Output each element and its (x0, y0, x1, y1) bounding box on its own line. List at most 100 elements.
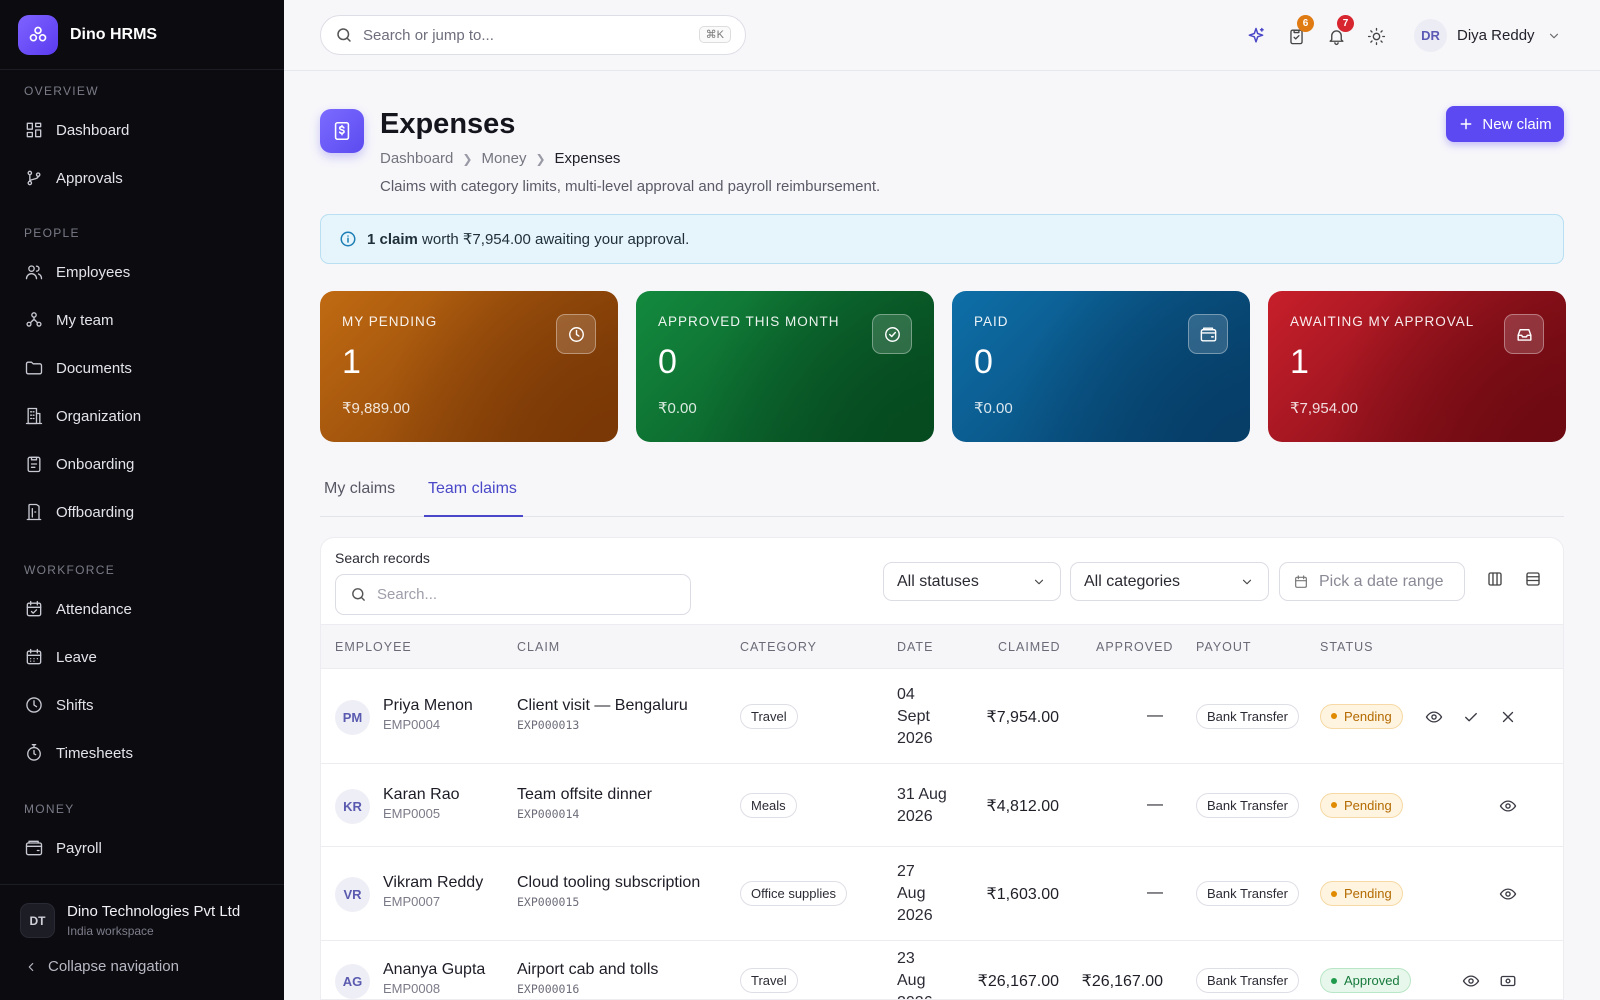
tab-my-claims[interactable]: My claims (324, 480, 395, 498)
mark-paid-icon[interactable] (1499, 972, 1517, 990)
claim-title[interactable]: Airport cab and tolls (517, 961, 658, 979)
sidebar-item-my-team[interactable]: My team (0, 296, 284, 344)
view-icon[interactable] (1425, 708, 1443, 726)
collapse-navigation-button[interactable]: Collapse navigation (0, 938, 284, 975)
stat-card-awaiting-my-approval[interactable]: AWAITING MY APPROVAL 1 ₹7,954.00 (1268, 291, 1566, 442)
claims-tabs: My claims Team claims (320, 470, 1564, 517)
notifications-button[interactable]: 7 (1316, 15, 1356, 51)
brand[interactable]: Dino HRMS (0, 0, 284, 70)
tasks-badge: 6 (1297, 15, 1314, 32)
approval-alert: 1 claim worth ₹7,954.00 awaiting your ap… (320, 214, 1564, 264)
org-switcher[interactable]: DT Dino Technologies Pvt Ltd India works… (0, 885, 284, 938)
breadcrumb-money[interactable]: Money (481, 150, 526, 167)
view-icon[interactable] (1499, 885, 1517, 903)
user-menu[interactable]: DR Diya Reddy (1414, 19, 1561, 52)
status-badge: Pending (1320, 703, 1403, 729)
folder-icon (25, 361, 43, 375)
sidebar-item-organization[interactable]: Organization (0, 392, 284, 440)
nav-section-title: WORKFORCE (24, 563, 116, 577)
sparkle-icon (1248, 27, 1264, 43)
sidebar-item-leave[interactable]: Leave (0, 633, 284, 681)
theme-toggle-button[interactable] (1356, 21, 1396, 51)
sidebar-item-documents[interactable]: Documents (0, 344, 284, 392)
date-line: Aug (897, 885, 926, 902)
approve-icon[interactable] (1462, 708, 1480, 726)
sidebar-item-employees[interactable]: Employees (0, 248, 284, 296)
calendar-check-icon (26, 600, 42, 617)
employee-name: Ananya Gupta (383, 961, 486, 978)
date-line: 2026 (897, 807, 933, 825)
date-line: 23 (897, 950, 915, 967)
chevron-down-icon (1034, 579, 1044, 585)
date-range-placeholder: Pick a date range (1319, 572, 1444, 590)
column-status[interactable]: STATUS (1320, 640, 1373, 654)
sidebar-item-onboarding[interactable]: Onboarding (0, 440, 284, 488)
status-badge: Pending (1320, 881, 1403, 906)
column-claimed[interactable]: CLAIMED (998, 640, 1061, 654)
claim-title[interactable]: Cloud tooling subscription (517, 874, 700, 892)
sidebar-item-label: Offboarding (56, 503, 135, 521)
columns-view-icon[interactable] (1486, 570, 1504, 588)
tasks-button[interactable]: 6 (1276, 15, 1316, 51)
claim-title[interactable]: Team offsite dinner (517, 786, 652, 804)
employee-id: EMP0005 (383, 805, 441, 821)
team-icon (26, 312, 42, 327)
column-employee[interactable]: EMPLOYEE (335, 640, 412, 654)
date-line: 2026 (897, 992, 933, 999)
stat-card-paid[interactable]: PAID 0 ₹0.00 (952, 291, 1250, 442)
ai-sparkle-button[interactable] (1236, 21, 1276, 51)
table-row[interactable]: AG Ananya Gupta EMP0008 Airport cab and … (321, 941, 1563, 999)
tab-team-claims[interactable]: Team claims (428, 480, 517, 498)
table-row[interactable]: PM Priya Menon EMP0004 Client visit — Be… (321, 669, 1563, 764)
density-view-icon[interactable] (1524, 570, 1542, 588)
category-filter-value: All categories (1084, 572, 1181, 590)
claim-date: 23 Aug 2026 (897, 948, 933, 999)
breadcrumb-dashboard[interactable]: Dashboard (380, 150, 453, 167)
stat-value: 0 (974, 343, 993, 381)
stat-value: 1 (342, 343, 361, 381)
sidebar-item-timesheets[interactable]: Timesheets (0, 729, 284, 777)
sidebar-item-shifts[interactable]: Shifts (0, 681, 284, 729)
sidebar-item-attendance[interactable]: Attendance (0, 585, 284, 633)
claim-title[interactable]: Client visit — Bengaluru (517, 697, 688, 715)
status-dot-icon (1331, 977, 1337, 984)
column-category[interactable]: CATEGORY (740, 640, 817, 654)
payout-pill: Bank Transfer (1196, 703, 1299, 729)
nav-section-workforce: WORKFORCE Attendance Leave Shifts Timesheets (0, 563, 284, 777)
reject-icon[interactable] (1499, 708, 1517, 726)
new-claim-button[interactable]: New claim (1446, 106, 1564, 142)
sidebar-item-label: My team (56, 311, 114, 329)
sidebar-item-payroll[interactable]: Payroll (0, 824, 284, 872)
sidebar-item-dashboard[interactable]: Dashboard (0, 106, 284, 154)
search-icon (337, 28, 351, 42)
sidebar-item-approvals[interactable]: Approvals (0, 154, 284, 202)
stat-icon-wrapper (1188, 314, 1228, 354)
nav-section-people: PEOPLE Employees My team Documents Organizat… (0, 226, 284, 536)
column-date[interactable]: DATE (897, 640, 933, 654)
sidebar-item-label: Organization (56, 407, 142, 425)
status-filter-select[interactable]: All statuses (883, 562, 1061, 601)
category-filter-select[interactable]: All categories (1070, 562, 1269, 601)
building-icon (25, 407, 43, 425)
employee-avatar: AG (335, 964, 370, 999)
stat-icon-wrapper (1504, 314, 1544, 354)
brand-logo-icon (18, 14, 58, 55)
sidebar-item-offboarding[interactable]: Offboarding (0, 488, 284, 536)
date-line: Aug (897, 972, 926, 989)
table-row[interactable]: VR Vikram Reddy EMP0007 Cloud tooling su… (321, 847, 1563, 941)
view-icon[interactable] (1462, 972, 1480, 990)
sidebar-footer: DT Dino Technologies Pvt Ltd India works… (0, 884, 284, 1000)
stat-card-my-pending[interactable]: MY PENDING 1 ₹9,889.00 (320, 291, 618, 442)
stat-card-approved-this-month[interactable]: APPROVED THIS MONTH 0 ₹0.00 (636, 291, 934, 442)
date-range-picker[interactable]: Pick a date range (1279, 562, 1465, 601)
column-claim[interactable]: CLAIM (517, 640, 560, 654)
table-row[interactable]: KR Karan Rao EMP0005 Team offsite dinner… (321, 764, 1563, 847)
global-search-input[interactable]: Search or jump to... ⌘K (320, 15, 746, 55)
employee-id: EMP0008 (383, 981, 441, 996)
search-records-input[interactable]: Search... (335, 574, 691, 615)
view-icon[interactable] (1499, 797, 1517, 815)
employee-name: Vikram Reddy (383, 874, 484, 891)
stat-value: 0 (658, 343, 677, 381)
column-payout[interactable]: PAYOUT (1196, 640, 1252, 654)
column-approved[interactable]: APPROVED (1096, 640, 1173, 654)
